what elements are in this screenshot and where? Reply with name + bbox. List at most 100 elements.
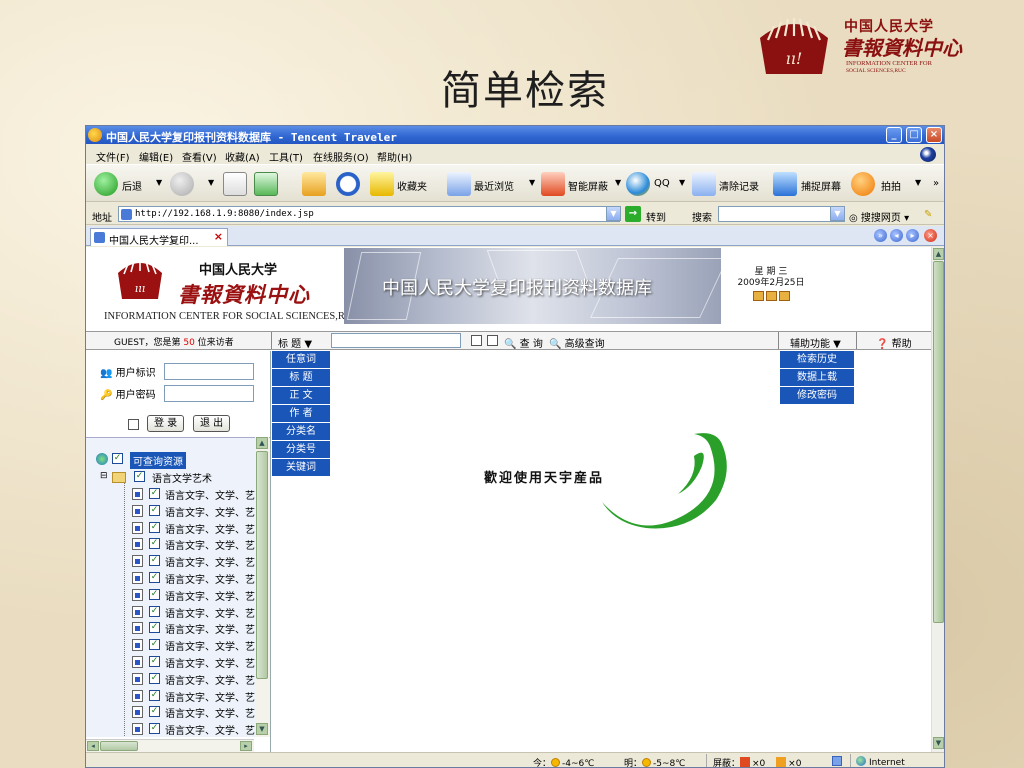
login-button[interactable]: 登 录 bbox=[147, 415, 185, 432]
field-option-title[interactable]: 标 题 bbox=[272, 369, 330, 386]
tree-item[interactable]: ✓ 语言文字、文学、艺 bbox=[132, 704, 256, 720]
tree-folder-checkbox[interactable]: ✓ bbox=[134, 471, 145, 482]
tree-item-checkbox[interactable]: ✓ bbox=[149, 555, 160, 567]
password-input[interactable] bbox=[164, 385, 254, 402]
tree-item-checkbox[interactable]: ✓ bbox=[149, 538, 160, 550]
back-dropdown-icon[interactable]: ▼ bbox=[156, 178, 162, 187]
page-vertical-scrollbar[interactable]: ▲ ▼ bbox=[931, 247, 944, 752]
search-web-button[interactable]: ◎ 搜搜网页 ▾ bbox=[849, 209, 909, 224]
menu-help[interactable]: 帮助(H) bbox=[377, 149, 412, 164]
toolbar-overflow-chevron[interactable]: » bbox=[933, 178, 939, 189]
tree-item-checkbox[interactable]: ✓ bbox=[149, 521, 160, 533]
aux-option-change-password[interactable]: 修改密码 bbox=[780, 387, 854, 404]
query-input[interactable] bbox=[331, 333, 461, 348]
page-scroll-thumb[interactable] bbox=[933, 261, 944, 623]
remember-checkbox[interactable] bbox=[128, 419, 139, 430]
tree-item[interactable]: ✓ 语言文字、文学、艺 bbox=[132, 637, 256, 653]
tab-back-icon[interactable]: ◂ bbox=[890, 229, 903, 242]
search-input[interactable] bbox=[718, 206, 845, 222]
aux-option-search-history[interactable]: 检索历史 bbox=[780, 351, 854, 368]
tab-close-icon[interactable]: × bbox=[214, 230, 223, 243]
tab-list-icon[interactable]: » bbox=[874, 229, 887, 242]
tree-item[interactable]: ✓ 语言文字、文学、艺 bbox=[132, 503, 256, 519]
tree-item-checkbox[interactable]: ✓ bbox=[149, 605, 160, 617]
go-arrow-icon[interactable]: → bbox=[625, 206, 641, 222]
tree-item[interactable]: ✓ 语言文字、文学、艺 bbox=[132, 671, 256, 687]
tree-vertical-scrollbar[interactable]: ▲ ▼ bbox=[255, 437, 269, 737]
menu-view[interactable]: 查看(V) bbox=[182, 149, 217, 164]
tree-item[interactable]: ✓ 语言文字、文学、艺 bbox=[132, 654, 256, 670]
tree-item-checkbox[interactable]: ✓ bbox=[149, 723, 160, 735]
tree-item-checkbox[interactable]: ✓ bbox=[149, 672, 160, 684]
tree-item-checkbox[interactable]: ✓ bbox=[149, 588, 160, 600]
home-small-icon[interactable] bbox=[752, 291, 764, 301]
tree-item[interactable]: ✓ 语言文字、文学、艺 bbox=[132, 604, 256, 620]
menu-favorites[interactable]: 收藏(A) bbox=[225, 149, 260, 164]
tree-item[interactable]: ✓ 语言文字、文学、艺 bbox=[132, 570, 256, 586]
tree-item-checkbox[interactable]: ✓ bbox=[149, 656, 160, 667]
field-option-class-name[interactable]: 分类名 bbox=[272, 423, 330, 440]
user-id-input[interactable] bbox=[164, 363, 254, 380]
search-button[interactable]: 🔍 查 询 bbox=[504, 335, 543, 350]
tree-item-checkbox[interactable]: ✓ bbox=[149, 706, 160, 718]
close-button[interactable]: × bbox=[926, 127, 942, 143]
menu-file[interactable]: 文件(F) bbox=[96, 149, 130, 164]
tree-item[interactable]: ✓ 语言文字、文学、艺 bbox=[132, 520, 256, 536]
qq-dropdown-icon[interactable]: ▼ bbox=[679, 178, 685, 187]
tree-item-checkbox[interactable]: ✓ bbox=[149, 689, 160, 701]
tree-item[interactable]: ✓ 语言文字、文学、艺 bbox=[132, 536, 256, 552]
bookmark-icon[interactable] bbox=[778, 291, 790, 301]
forward-dropdown-icon[interactable]: ▼ bbox=[208, 178, 214, 187]
block-stats[interactable]: 屏蔽： ×0 ×0 bbox=[713, 756, 801, 767]
address-input[interactable]: http://192.168.1.9:8080/index.jsp bbox=[118, 206, 620, 222]
option-checkbox-1[interactable] bbox=[471, 335, 482, 346]
menu-edit[interactable]: 编辑(E) bbox=[139, 149, 173, 164]
menu-tools[interactable]: 工具(T) bbox=[269, 149, 303, 164]
pencil-icon[interactable]: ✎ bbox=[924, 209, 932, 220]
paipai-dropdown-icon[interactable]: ▼ bbox=[915, 178, 921, 187]
menu-online-services[interactable]: 在线服务(O) bbox=[313, 149, 369, 164]
tree-scroll-down-icon[interactable]: ▼ bbox=[256, 723, 268, 735]
advanced-search-button[interactable]: 🔍 高级查询 bbox=[549, 335, 605, 350]
address-dropdown-icon[interactable]: ▼ bbox=[606, 206, 621, 221]
tab-close-all-icon[interactable]: × bbox=[924, 229, 937, 242]
recent-dropdown-icon[interactable]: ▼ bbox=[529, 178, 535, 187]
field-option-fulltext[interactable]: 正 文 bbox=[272, 387, 330, 404]
tree-scroll-left-icon[interactable]: ◂ bbox=[87, 741, 99, 751]
tree-hscroll-thumb[interactable] bbox=[100, 741, 138, 751]
tab-ruc-database[interactable]: 中国人民大学复印... × bbox=[90, 228, 228, 247]
field-option-author[interactable]: 作 者 bbox=[272, 405, 330, 422]
title-bar[interactable]: 中国人民大学复印报刊资料数据库 - Tencent Traveler _ □ × bbox=[86, 126, 944, 144]
tab-forward-icon[interactable]: ▸ bbox=[906, 229, 919, 242]
help-button[interactable]: ❓ 帮助 bbox=[876, 335, 912, 350]
tree-item-checkbox[interactable]: ✓ bbox=[149, 639, 160, 651]
field-select[interactable]: 标 题 ▼ bbox=[278, 335, 312, 350]
mail-icon[interactable] bbox=[765, 291, 777, 301]
tree-item[interactable]: ✓ 语言文字、文学、艺 bbox=[132, 553, 256, 569]
smart-block-dropdown-icon[interactable]: ▼ bbox=[615, 178, 621, 187]
page-scroll-down-icon[interactable]: ▼ bbox=[933, 737, 944, 749]
aux-option-data-upload[interactable]: 数据上载 bbox=[780, 369, 854, 386]
tree-root-checkbox[interactable]: ✓ bbox=[112, 453, 123, 464]
status-page-icon[interactable] bbox=[832, 756, 844, 767]
tree-horizontal-scrollbar[interactable]: ◂ ▸ bbox=[86, 739, 254, 752]
tree-scroll-right-icon[interactable]: ▸ bbox=[240, 741, 252, 751]
tree-scroll-up-icon[interactable]: ▲ bbox=[256, 437, 268, 449]
tree-item[interactable]: ✓ 语言文字、文学、艺 bbox=[132, 587, 256, 603]
go-button[interactable]: 转到 bbox=[646, 209, 666, 224]
minimize-button[interactable]: _ bbox=[886, 127, 902, 143]
logout-button[interactable]: 退 出 bbox=[193, 415, 231, 432]
maximize-button[interactable]: □ bbox=[906, 127, 922, 143]
option-checkbox-2[interactable] bbox=[487, 335, 498, 346]
aux-functions-dropdown[interactable]: 辅助功能 ▼ bbox=[790, 335, 841, 350]
tree-item-checkbox[interactable]: ✓ bbox=[149, 504, 160, 516]
tree-item[interactable]: ✓ 语言文字、文学、艺 bbox=[132, 688, 256, 704]
tree-item-checkbox[interactable]: ✓ bbox=[149, 488, 160, 499]
tree-scroll-thumb[interactable] bbox=[256, 451, 268, 679]
tree-item[interactable]: ✓ 语言文字、文学、艺 bbox=[132, 721, 256, 737]
page-scroll-up-icon[interactable]: ▲ bbox=[933, 248, 944, 260]
tree-item-checkbox[interactable]: ✓ bbox=[149, 572, 160, 583]
field-option-any[interactable]: 任意词 bbox=[272, 351, 330, 368]
tree-collapse-icon[interactable]: ⊟ bbox=[100, 471, 108, 481]
tree-item[interactable]: ✓ 语言文字、文学、艺 bbox=[132, 486, 256, 502]
